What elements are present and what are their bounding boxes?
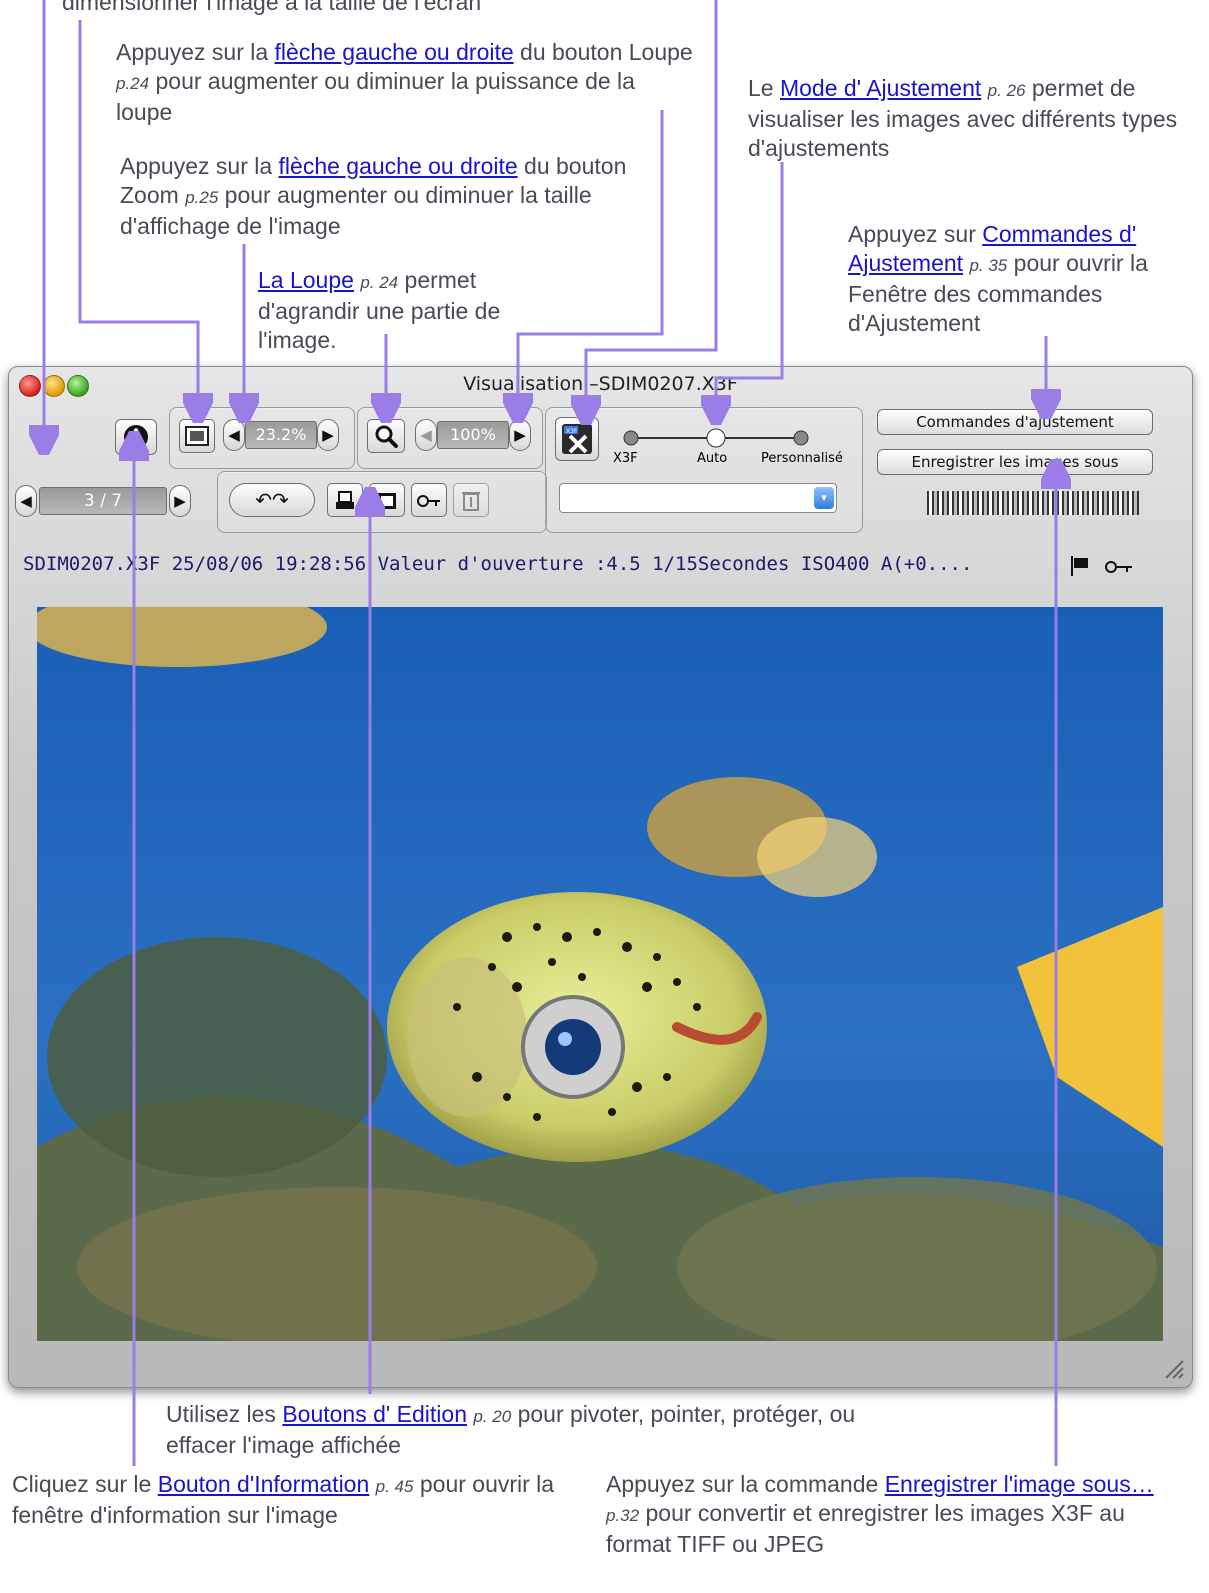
callout-lines <box>0 0 1209 1466</box>
